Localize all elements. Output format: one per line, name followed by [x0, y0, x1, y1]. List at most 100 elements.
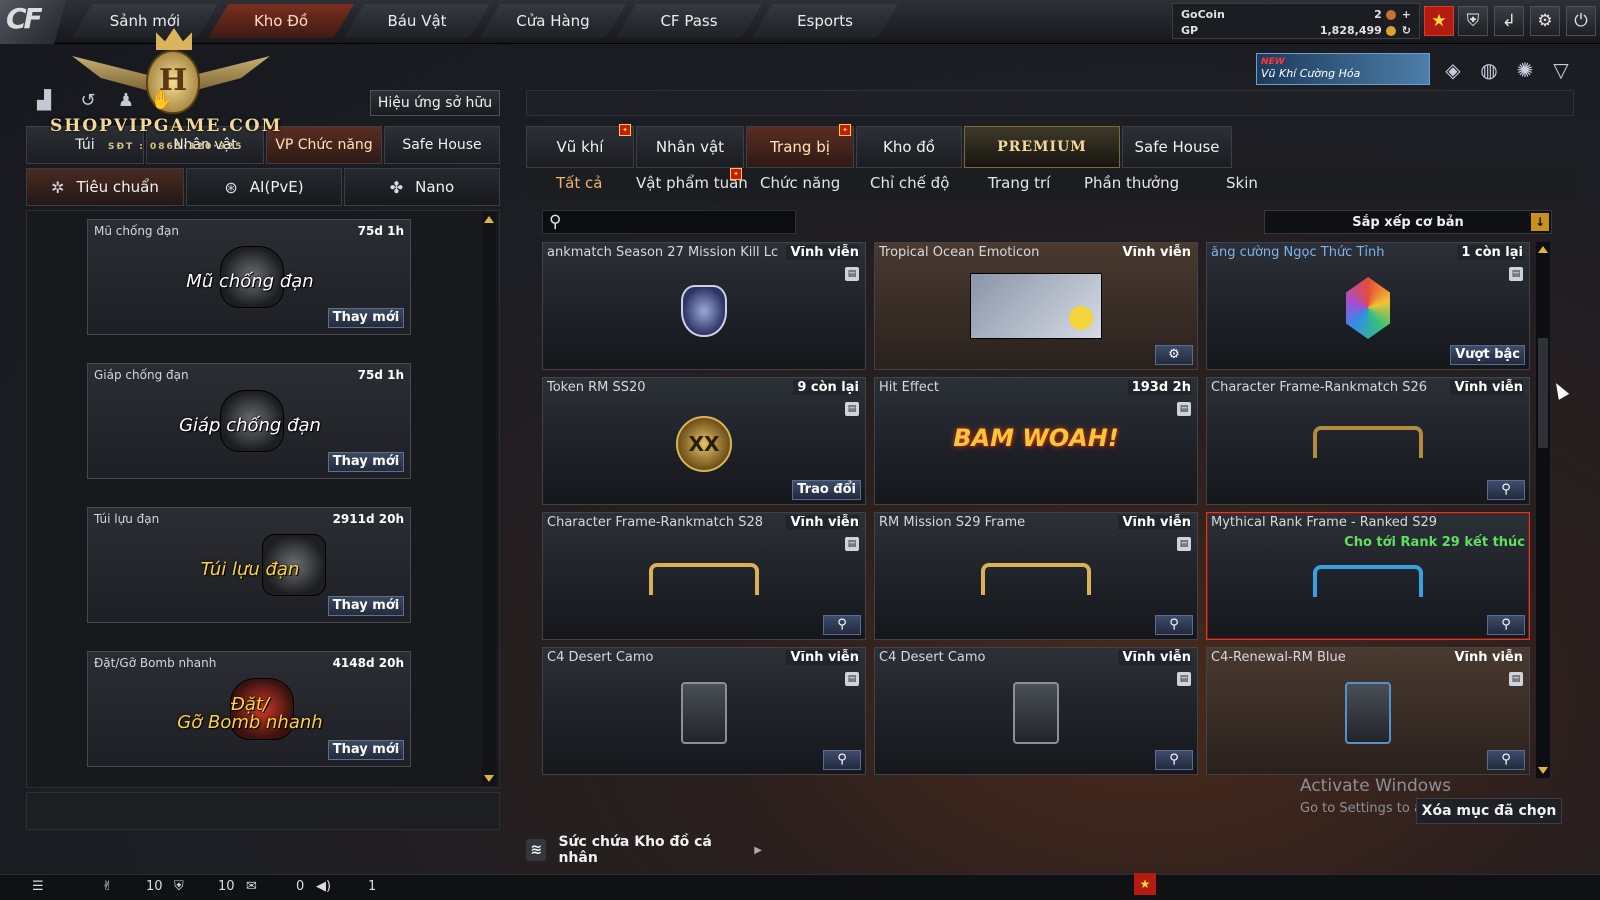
grid-scrollbar[interactable]	[1536, 242, 1550, 778]
magnifier-icon[interactable]: ⚲	[1155, 615, 1193, 635]
magnifier-icon[interactable]: ⚲	[823, 615, 861, 635]
nav-tab-lobby[interactable]: Sảnh mới	[72, 4, 218, 38]
equipment-slot-bomb-kit[interactable]: Đặt/Gỡ Bomb nhanh 4148d 20h Đặt/ Gỡ Bomb…	[87, 651, 411, 767]
category-skin[interactable]: Skin	[1226, 174, 1258, 192]
refresh-icon[interactable]: ↻	[1402, 24, 1411, 37]
history-icon[interactable]: ↺	[76, 90, 100, 114]
tab-storage[interactable]: Kho đồ	[856, 126, 962, 168]
left-tab-safe-house[interactable]: Safe House	[384, 126, 500, 164]
exit-room-icon[interactable]: ↲	[1494, 6, 1524, 36]
category-rewards[interactable]: Phần thưởng	[1084, 174, 1179, 192]
item-card[interactable]: RM Mission S29 Frame Vĩnh viễn ▤ ⚲	[874, 512, 1198, 640]
trash-icon[interactable]: ▤	[1177, 672, 1191, 686]
item-card[interactable]: ankmatch Season 27 Mission Kill Lc Vĩnh …	[542, 242, 866, 370]
trash-icon[interactable]: ▤	[845, 672, 859, 686]
magnifier-icon[interactable]: ⚲	[823, 750, 861, 770]
storage-capacity-button[interactable]: ≋ Sức chứa Kho đồ cá nhân ▶	[526, 834, 762, 866]
rank-badge-icon[interactable]: ◈	[1440, 57, 1466, 83]
nav-tab-treasure[interactable]: Báu Vật	[344, 4, 490, 38]
renew-button[interactable]: Thay mới	[328, 596, 404, 616]
power-icon[interactable]: ⏻	[1566, 6, 1596, 36]
left-scrollbar[interactable]	[482, 212, 496, 786]
chat-icon[interactable]: ✉	[246, 879, 257, 894]
tab-premium[interactable]: PREMIUM	[964, 126, 1120, 168]
scroll-down-arrow[interactable]	[1538, 767, 1548, 774]
search-input[interactable]	[569, 213, 791, 231]
trash-icon[interactable]: ▤	[845, 402, 859, 416]
trash-icon[interactable]: ▤	[845, 537, 859, 551]
nav-tab-cf-pass[interactable]: CF Pass	[616, 4, 762, 38]
tab-character[interactable]: Nhân vật	[636, 126, 744, 168]
nav-tab-inventory[interactable]: Kho Đồ	[208, 4, 354, 38]
subtab-ai-pve[interactable]: ⊛ AI(PvE)	[186, 168, 342, 206]
item-card[interactable]: ăng cường Ngọc Thức Tỉnh 1 còn lại ▤ Vượ…	[1206, 242, 1530, 370]
clan-shield-icon[interactable]: ⛨	[174, 879, 184, 894]
magnifier-icon[interactable]: ⚲	[1487, 615, 1525, 635]
item-card[interactable]: Tropical Ocean Emoticon Vĩnh viễn ⚙	[874, 242, 1198, 370]
speaker-count: 1	[368, 879, 377, 894]
category-function[interactable]: Chức năng	[760, 174, 840, 192]
globe-badge-icon[interactable]: ◍	[1476, 57, 1502, 83]
magnifier-icon[interactable]: ⚲	[1487, 750, 1525, 770]
renew-button[interactable]: Thay mới	[328, 308, 404, 328]
trash-icon[interactable]: ▤	[1177, 537, 1191, 551]
category-weekly[interactable]: Vật phẩm tuần ✦	[636, 168, 748, 192]
upgrade-button[interactable]: Vượt bậc	[1450, 345, 1525, 365]
renew-button[interactable]: Thay mới	[328, 452, 404, 472]
equipment-slot-helmet[interactable]: Mũ chống đạn 75d 1h Mũ chống đạn Thay mớ…	[87, 219, 411, 335]
search-box[interactable]: ⚲	[542, 210, 796, 234]
scroll-down-arrow[interactable]	[484, 775, 494, 782]
trash-icon[interactable]: ▤	[1177, 402, 1191, 416]
add-gocoin-icon[interactable]: +	[1402, 8, 1411, 21]
menu-list-icon[interactable]: ☰	[32, 879, 44, 894]
delete-selected-button[interactable]: Xóa mục đã chọn	[1416, 798, 1562, 824]
star-badge-icon[interactable]: ✺	[1512, 57, 1538, 83]
hand-icon[interactable]: ✋	[150, 90, 174, 114]
item-card[interactable]: C4 Desert Camo Vĩnh viễn ▤ ⚲	[542, 647, 866, 775]
subtab-nano[interactable]: ✤ Nano	[344, 168, 500, 206]
wings-badge-icon[interactable]: ▽	[1548, 57, 1574, 83]
sort-dropdown[interactable]: Sắp xếp cơ bản ↓	[1264, 210, 1552, 234]
trash-icon[interactable]: ▤	[1509, 672, 1523, 686]
equipment-slot-armor[interactable]: Giáp chống đạn 75d 1h Giáp chống đạn Tha…	[87, 363, 411, 479]
nav-tab-shop[interactable]: Cửa Hàng	[480, 4, 626, 38]
trash-icon[interactable]: ▤	[1509, 267, 1523, 281]
magnifier-icon[interactable]: ⚲	[1487, 480, 1525, 500]
category-decoration[interactable]: Trang trí	[988, 174, 1050, 192]
scrollbar-thumb[interactable]	[1538, 338, 1548, 448]
item-card-selected[interactable]: Mythical Rank Frame - Ranked S29 Cho tới…	[1206, 512, 1530, 640]
category-mode-only[interactable]: Chỉ chế độ	[870, 174, 949, 192]
tab-weapons[interactable]: Vũ khí ✦	[526, 124, 634, 168]
friends-icon[interactable]: ✌	[102, 879, 113, 894]
gear-icon[interactable]: ⚙	[1155, 345, 1193, 365]
item-card[interactable]: Character Frame-Rankmatch S28 Vĩnh viễn …	[542, 512, 866, 640]
tab-safe-house[interactable]: Safe House	[1122, 126, 1232, 168]
item-card[interactable]: Hit Effect 193d 2h ▤ BAM WOAH!	[874, 377, 1198, 505]
equipment-slot-grenade-pouch[interactable]: Túi lựu đạn 2911d 20h Túi lựu đạn Thay m…	[87, 507, 411, 623]
item-card[interactable]: C4 Desert Camo Vĩnh viễn ▤ ⚲	[874, 647, 1198, 775]
speaker-icon[interactable]: ◀)	[316, 879, 331, 894]
category-all[interactable]: Tất cả	[556, 174, 602, 192]
gear-icon[interactable]: ⚙	[1530, 6, 1560, 36]
item-card[interactable]: Character Frame-Rankmatch S26 Vĩnh viễn …	[1206, 377, 1530, 505]
item-card[interactable]: C4-Renewal-RM Blue Vĩnh viễn ▤ ⚲	[1206, 647, 1530, 775]
star-burst-icon: ✲	[51, 177, 65, 197]
tab-equipment[interactable]: Trang bị ✦	[746, 124, 854, 168]
chevron-down-icon[interactable]: ↓	[1531, 213, 1549, 231]
subtab-standard[interactable]: ✲ Tiêu chuẩn	[26, 168, 184, 206]
character-icon[interactable]: ♟	[114, 90, 138, 114]
shield-icon[interactable]: ⛨	[1458, 6, 1488, 36]
vietnam-flag-icon[interactable]: ★	[1424, 6, 1454, 36]
vietnam-flag-icon[interactable]: ★	[1134, 873, 1156, 895]
scroll-up-arrow[interactable]	[1538, 246, 1548, 253]
ranking-icon[interactable]: ▟	[32, 90, 56, 114]
scroll-up-arrow[interactable]	[484, 216, 494, 223]
trash-icon[interactable]: ▤	[845, 267, 859, 281]
owned-effect-button[interactable]: Hiệu ứng sở hữu	[370, 90, 500, 116]
item-card[interactable]: Token RM SS20 9 còn lại ▤ XX Trao đổi	[542, 377, 866, 505]
magnifier-icon[interactable]: ⚲	[1155, 750, 1193, 770]
nav-tab-esports[interactable]: Esports	[752, 4, 898, 38]
exchange-button[interactable]: Trao đổi	[792, 480, 861, 500]
renew-button[interactable]: Thay mới	[328, 740, 404, 760]
promo-banner[interactable]: NEW Vũ Khí Cường Hóa	[1256, 53, 1430, 85]
